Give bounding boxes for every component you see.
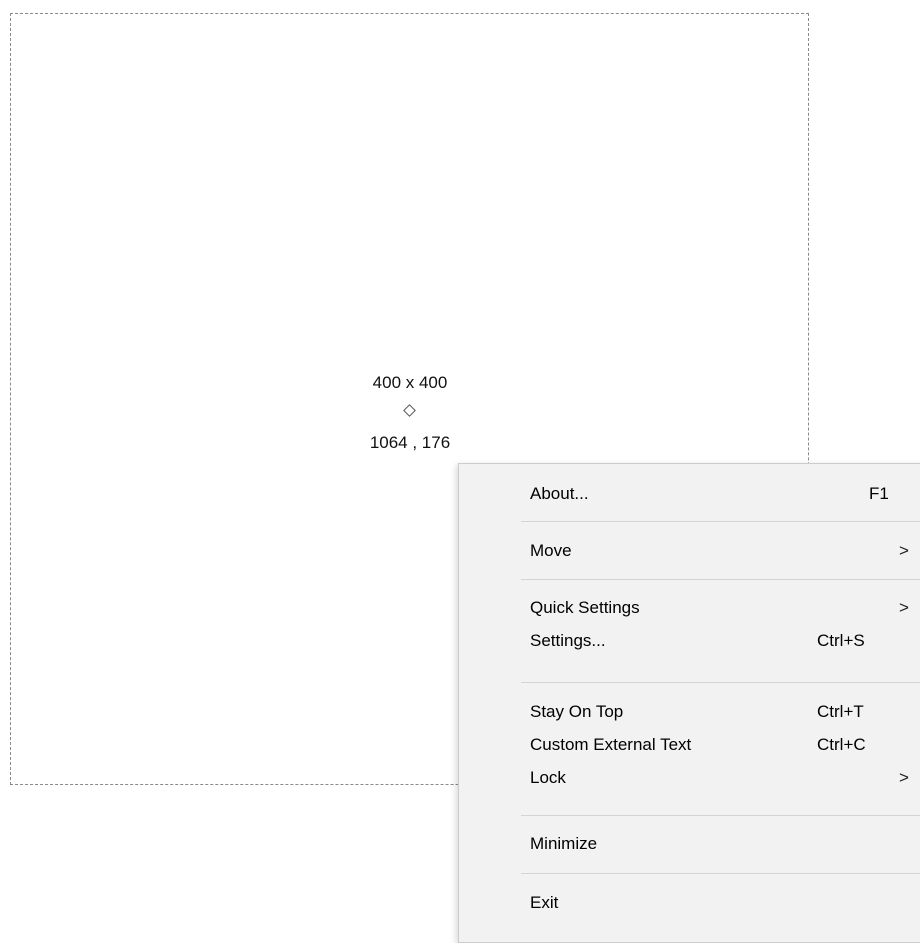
region-coordinates-label: 1064 , 176 [369, 433, 451, 452]
menu-item-label: Minimize [530, 834, 598, 853]
context-menu: About... F1 Move > Quick Settings > Sett… [458, 463, 920, 943]
menu-separator [521, 815, 920, 816]
menu-separator [521, 521, 920, 522]
menu-item-stay-on-top[interactable]: Stay On Top Ctrl+T [459, 696, 920, 728]
menu-item-shortcut: Ctrl+S [817, 631, 865, 650]
menu-item-label: Custom External Text [530, 735, 692, 754]
menu-separator [521, 682, 920, 683]
menu-item-shortcut: Ctrl+C [817, 735, 866, 754]
menu-separator [521, 873, 920, 874]
menu-item-shortcut: Ctrl+T [817, 702, 864, 721]
menu-item-shortcut: F1 [869, 484, 889, 503]
menu-item-label: Exit [530, 893, 559, 912]
menu-item-about[interactable]: About... F1 [459, 478, 920, 510]
menu-item-settings[interactable]: Settings... Ctrl+S [459, 625, 920, 657]
region-size-label: 400 x 400 [372, 373, 448, 392]
submenu-arrow-icon: > [899, 598, 909, 617]
menu-item-label: Move [530, 541, 572, 560]
menu-item-quick-settings[interactable]: Quick Settings > [459, 592, 920, 624]
menu-item-label: Settings... [530, 631, 606, 650]
menu-item-exit[interactable]: Exit [459, 887, 920, 919]
menu-separator [521, 579, 920, 580]
submenu-arrow-icon: > [899, 768, 909, 787]
menu-item-minimize[interactable]: Minimize [459, 828, 920, 860]
submenu-arrow-icon: > [899, 541, 909, 560]
menu-item-lock[interactable]: Lock > [459, 762, 920, 794]
menu-item-label: Stay On Top [530, 702, 624, 721]
menu-item-label: Lock [530, 768, 566, 787]
menu-item-custom-external-text[interactable]: Custom External Text Ctrl+C [459, 729, 920, 761]
menu-item-label: Quick Settings [530, 598, 640, 617]
menu-item-label: About... [530, 484, 589, 503]
menu-item-move[interactable]: Move > [459, 535, 920, 567]
